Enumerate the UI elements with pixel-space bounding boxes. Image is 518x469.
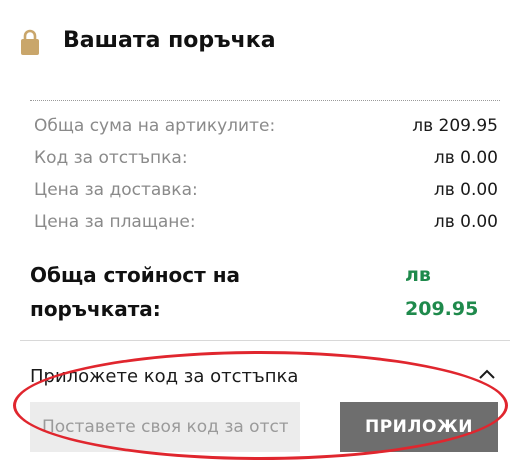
order-total-amount: 209.95 — [405, 298, 479, 320]
order-header: Вашата поръчка — [20, 26, 500, 56]
summary-divider — [30, 100, 500, 101]
summary-row-label: Цена за доставка: — [34, 180, 198, 200]
summary-row-value: лв 209.95 — [412, 116, 498, 136]
chevron-up-icon[interactable] — [478, 368, 496, 380]
order-total-value: лв 209.95 — [405, 258, 505, 326]
apply-coupon-button[interactable]: ПРИЛОЖИ — [340, 402, 498, 452]
summary-row-shipping: Цена за доставка: лв 0.00 — [34, 178, 498, 202]
lock-icon — [21, 29, 39, 55]
coupon-divider — [20, 340, 510, 341]
summary-row-value: лв 0.00 — [433, 180, 498, 200]
coupon-toggle-label: Приложете код за отстъпка — [30, 366, 299, 387]
coupon-toggle[interactable]: Приложете код за отстъпка — [30, 362, 500, 390]
summary-row-label: Цена за плащане: — [34, 212, 196, 232]
coupon-code-input[interactable] — [30, 402, 300, 452]
summary-row-label: Обща сума на артикулите: — [34, 116, 276, 136]
summary-row-value: лв 0.00 — [433, 212, 498, 232]
order-total-label: Обща стойност на поръчката: — [30, 263, 241, 321]
summary-row-payment-fee: Цена за плащане: лв 0.00 — [34, 210, 498, 234]
page-title: Вашата поръчка — [63, 28, 276, 53]
summary-row-label: Код за отстъпка: — [34, 148, 188, 168]
summary-row-items-total: Обща сума на артикулите: лв 209.95 — [34, 114, 498, 138]
summary-row-discount: Код за отстъпка: лв 0.00 — [34, 146, 498, 170]
order-total-currency: лв — [405, 264, 431, 286]
summary-row-value: лв 0.00 — [433, 148, 498, 168]
